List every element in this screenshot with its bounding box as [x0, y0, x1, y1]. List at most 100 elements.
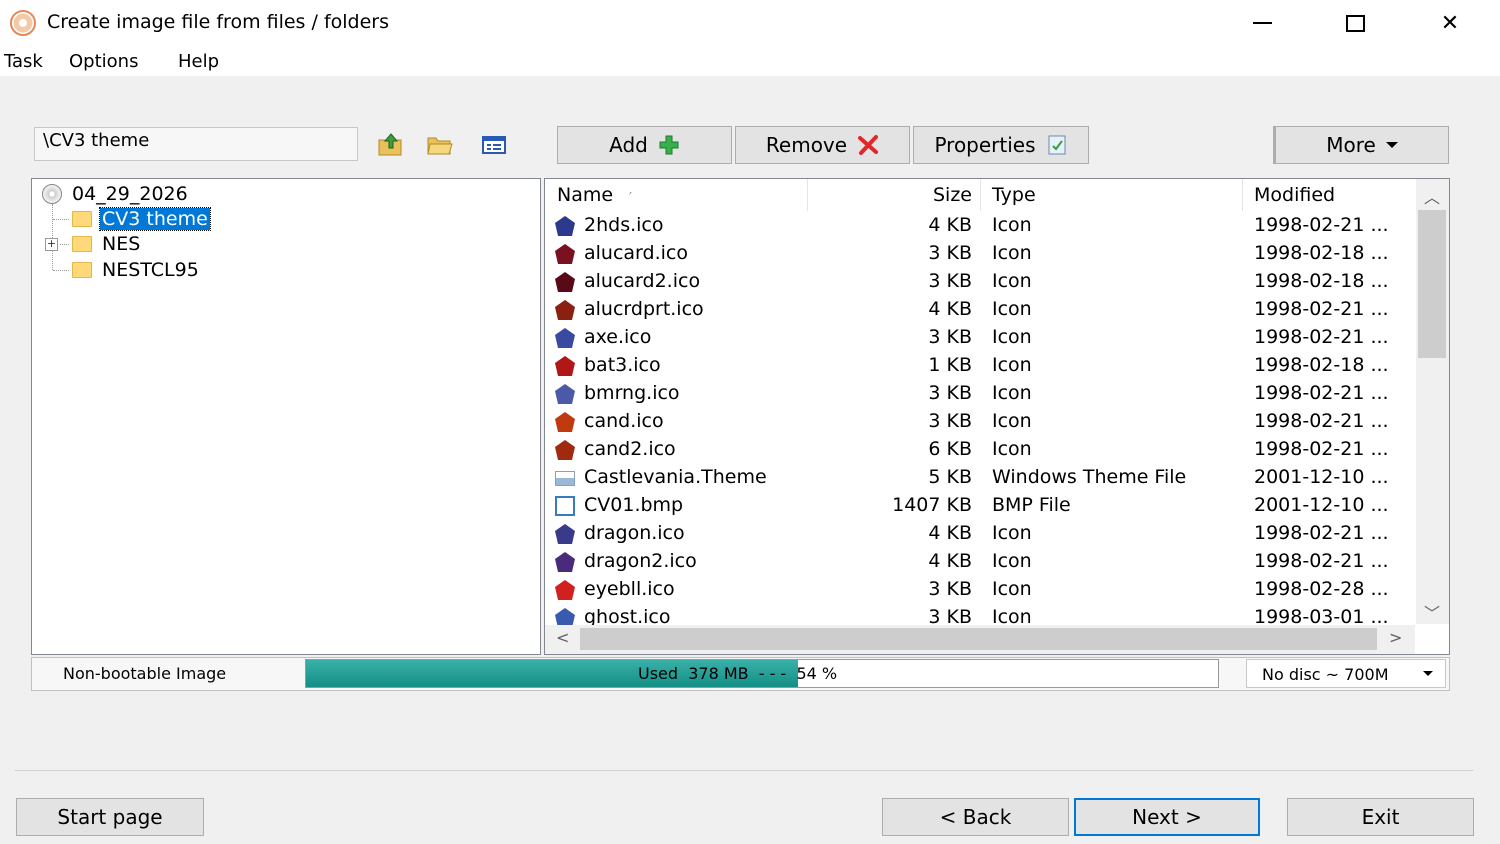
- file-size: 3 KB: [928, 382, 972, 404]
- properties-icon: [1048, 135, 1066, 155]
- maximize-button[interactable]: [1308, 0, 1402, 46]
- file-type: Icon: [992, 382, 1032, 404]
- icon-file-icon: [555, 440, 575, 460]
- current-path-field[interactable]: \CV3 theme: [34, 127, 358, 161]
- close-icon: ✕: [1440, 10, 1460, 36]
- file-modified: 1998-02-18 ...: [1254, 354, 1389, 376]
- column-header-size[interactable]: Size: [808, 179, 981, 211]
- red-x-icon: [858, 135, 879, 155]
- minimize-button[interactable]: [1215, 0, 1309, 46]
- tree-connector: [53, 219, 69, 220]
- file-size: 3 KB: [928, 326, 972, 348]
- file-modified: 1998-02-21 ...: [1254, 326, 1389, 348]
- file-name: alucrdprt.ico: [584, 298, 704, 320]
- file-size: 4 KB: [928, 522, 972, 544]
- add-button[interactable]: Add: [557, 126, 732, 164]
- plus-icon: [659, 135, 679, 155]
- file-row[interactable]: CV01.bmp 1407 KB BMP File 2001-12-10 ...: [545, 492, 1415, 520]
- column-header-name[interactable]: Name ′: [545, 179, 808, 211]
- footer-separator: [15, 770, 1473, 771]
- tree-item-nes[interactable]: NES: [72, 233, 140, 255]
- file-size: 3 KB: [928, 578, 972, 600]
- scroll-right-icon[interactable]: >: [1389, 628, 1402, 647]
- file-row[interactable]: cand.ico 3 KB Icon 1998-02-21 ...: [545, 408, 1415, 436]
- column-header-modified[interactable]: Modified: [1243, 179, 1415, 211]
- file-modified: 1998-02-28 ...: [1254, 578, 1389, 600]
- folder-icon: [72, 211, 92, 227]
- start-page-button[interactable]: Start page: [16, 798, 204, 836]
- boot-status-label: Non-bootable Image: [63, 664, 227, 683]
- column-header-type[interactable]: Type: [981, 179, 1243, 211]
- properties-button[interactable]: Properties: [913, 126, 1089, 164]
- file-type: Icon: [992, 578, 1032, 600]
- bmp-file-icon: [555, 496, 575, 516]
- icon-file-icon: [555, 272, 575, 292]
- more-button[interactable]: More: [1273, 126, 1449, 164]
- exit-button[interactable]: Exit: [1287, 798, 1474, 836]
- file-modified: 1998-02-21 ...: [1254, 298, 1389, 320]
- folder-icon: [72, 236, 92, 252]
- file-modified: 1998-02-18 ...: [1254, 270, 1389, 292]
- remove-button[interactable]: Remove: [735, 126, 910, 164]
- file-type: Icon: [992, 298, 1032, 320]
- file-name: alucard2.ico: [584, 270, 701, 292]
- file-modified: 1998-02-21 ...: [1254, 410, 1389, 432]
- file-row[interactable]: Castlevania.Theme 5 KB Windows Theme File 2…: [545, 464, 1415, 492]
- menu-task[interactable]: Task: [4, 51, 43, 72]
- icon-file-icon: [555, 356, 575, 376]
- menu-options[interactable]: Options: [69, 51, 138, 72]
- scroll-up-icon[interactable]: ︿: [1424, 184, 1440, 208]
- file-row[interactable]: dragon2.ico 4 KB Icon 1998-02-21 ...: [545, 548, 1415, 576]
- file-row[interactable]: dragon.ico 4 KB Icon 1998-02-21 ...: [545, 520, 1415, 548]
- icon-file-icon: [555, 552, 575, 572]
- file-name: alucard.ico: [584, 242, 688, 264]
- tree-root-label: 04_29_2026: [72, 183, 188, 205]
- menu-help[interactable]: Help: [178, 51, 219, 72]
- icon-file-icon: [555, 580, 575, 600]
- disc-app-icon: [10, 10, 36, 36]
- file-name: cand.ico: [584, 410, 664, 432]
- icon-file-icon: [555, 384, 575, 404]
- expand-icon[interactable]: +: [45, 238, 58, 251]
- scroll-down-icon[interactable]: ﹀: [1424, 600, 1440, 624]
- file-modified: 1998-02-21 ...: [1254, 214, 1389, 236]
- tree-item-cv3-theme[interactable]: CV3 theme: [72, 207, 211, 231]
- view-details-icon[interactable]: [480, 132, 508, 158]
- file-row[interactable]: cand2.ico 6 KB Icon 1998-02-21 ...: [545, 436, 1415, 464]
- file-modified: 1998-02-21 ...: [1254, 550, 1389, 572]
- vertical-scroll-thumb[interactable]: [1418, 210, 1446, 358]
- file-list[interactable]: Name ′ Size Type Modified 2hds.ico 4 KB Ic…: [544, 178, 1450, 655]
- dropdown-caret-icon: [1423, 671, 1433, 676]
- icon-file-icon: [555, 300, 575, 320]
- close-button[interactable]: ✕: [1403, 0, 1497, 46]
- more-label: More: [1326, 133, 1376, 157]
- icon-file-icon: [555, 244, 575, 264]
- icon-file-icon: [555, 216, 575, 236]
- folder-up-icon[interactable]: [377, 132, 405, 158]
- file-type: BMP File: [992, 494, 1071, 516]
- file-name: CV01.bmp: [584, 494, 684, 516]
- file-row[interactable]: bat3.ico 1 KB Icon 1998-02-18 ...: [545, 352, 1415, 380]
- file-type: Icon: [992, 550, 1032, 572]
- scroll-left-icon[interactable]: <: [556, 628, 569, 647]
- file-type: Icon: [992, 354, 1032, 376]
- file-row[interactable]: alucard2.ico 3 KB Icon 1998-02-18 ...: [545, 268, 1415, 296]
- file-size: 4 KB: [928, 550, 972, 572]
- column-type-label: Type: [992, 184, 1036, 206]
- next-button[interactable]: Next >: [1074, 798, 1260, 836]
- file-row[interactable]: axe.ico 3 KB Icon 1998-02-21 ...: [545, 324, 1415, 352]
- file-name: 2hds.ico: [584, 214, 664, 236]
- tree-root[interactable]: 04_29_2026: [42, 183, 188, 205]
- file-row[interactable]: bmrng.ico 3 KB Icon 1998-02-21 ...: [545, 380, 1415, 408]
- file-row[interactable]: eyebll.ico 3 KB Icon 1998-02-28 ...: [545, 576, 1415, 604]
- tree-item-label: CV3 theme: [99, 207, 211, 231]
- disc-size-select[interactable]: No disc ~ 700M: [1246, 659, 1446, 688]
- file-size: 6 KB: [928, 438, 972, 460]
- file-row[interactable]: 2hds.ico 4 KB Icon 1998-02-21 ...: [545, 212, 1415, 240]
- horizontal-scroll-thumb[interactable]: [580, 628, 1377, 650]
- open-folder-icon[interactable]: [426, 132, 454, 158]
- back-button[interactable]: < Back: [882, 798, 1069, 836]
- file-row[interactable]: alucrdprt.ico 4 KB Icon 1998-02-21 ...: [545, 296, 1415, 324]
- tree-item-nestcl95[interactable]: NESTCL95: [72, 259, 199, 281]
- file-row[interactable]: alucard.ico 3 KB Icon 1998-02-18 ...: [545, 240, 1415, 268]
